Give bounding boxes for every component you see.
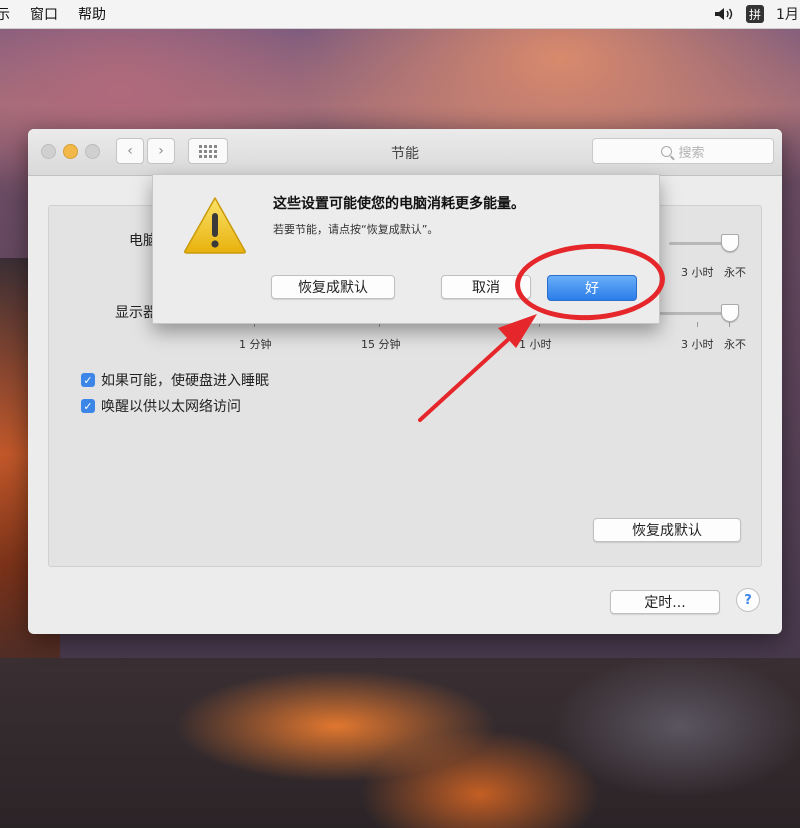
search-input[interactable]: 搜索	[592, 138, 774, 164]
input-method-icon[interactable]: 拼	[746, 5, 764, 23]
computer-sleep-tick-never: 永不	[724, 266, 746, 279]
wake-network-option[interactable]: ✓ 唤醒以供以太网络访问	[81, 396, 241, 416]
alert-restore-defaults-button[interactable]: 恢复成默认	[271, 275, 395, 299]
hard-disk-sleep-label: 如果可能，使硬盘进入睡眠	[101, 373, 269, 389]
window-titlebar: ‹ › 节能 搜索	[28, 129, 782, 176]
display-sleep-tick-1min: 1 分钟	[239, 338, 272, 351]
wallpaper-mountain-bottom	[0, 658, 800, 828]
display-sleep-tick-never: 永不	[724, 338, 746, 351]
menu-bar: 示 窗口 帮助 拼 1月	[0, 0, 800, 29]
warning-icon	[184, 197, 246, 254]
display-sleep-tick-1h: 1 小时	[519, 338, 552, 351]
alert-title: 这些设置可能使您的电脑消耗更多能量。	[273, 196, 525, 212]
restore-defaults-button[interactable]: 恢复成默认	[593, 518, 741, 542]
checkmark-icon[interactable]: ✓	[81, 399, 95, 413]
wake-network-label: 唤醒以供以太网络访问	[101, 399, 241, 415]
menu-help[interactable]: 帮助	[78, 4, 106, 24]
menu-window[interactable]: 窗口	[30, 4, 58, 24]
menu-display[interactable]: 示	[0, 4, 10, 24]
volume-icon[interactable]	[714, 7, 734, 21]
schedule-button[interactable]: 定时...	[610, 590, 720, 614]
display-sleep-label: 显示器	[115, 305, 157, 321]
checkmark-icon[interactable]: ✓	[81, 373, 95, 387]
computer-sleep-tick-3h: 3 小时	[681, 266, 714, 279]
display-tick-mark	[729, 322, 730, 327]
hard-disk-sleep-option[interactable]: ✓ 如果可能，使硬盘进入睡眠	[81, 370, 269, 390]
display-sleep-tick-15min: 15 分钟	[361, 338, 401, 351]
display-tick-mark	[697, 322, 698, 327]
display-sleep-slider-thumb[interactable]	[721, 304, 739, 322]
computer-sleep-slider-thumb[interactable]	[721, 234, 739, 252]
display-sleep-tick-3h: 3 小时	[681, 338, 714, 351]
alert-message: 若要节能，请点按“恢复成默认”。	[273, 223, 439, 236]
search-placeholder: 搜索	[678, 145, 705, 161]
menubar-clock[interactable]: 1月	[776, 4, 800, 24]
help-button[interactable]: ?	[736, 588, 760, 612]
search-icon	[661, 145, 673, 157]
